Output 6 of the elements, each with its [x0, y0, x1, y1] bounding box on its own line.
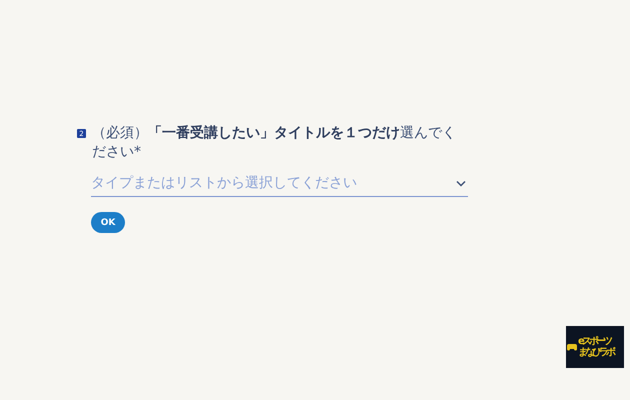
logo-text: まなびラボ [578, 347, 613, 358]
logo-text: eスポーツ [578, 336, 612, 347]
gamepad-icon [567, 343, 577, 351]
question-text: （必須）「一番受講したい」タイトルを１つだけ選んでください* [92, 124, 457, 162]
ok-button[interactable]: OK [91, 212, 125, 233]
answer-dropdown[interactable]: タイプまたはリストから選択してください [91, 175, 468, 197]
